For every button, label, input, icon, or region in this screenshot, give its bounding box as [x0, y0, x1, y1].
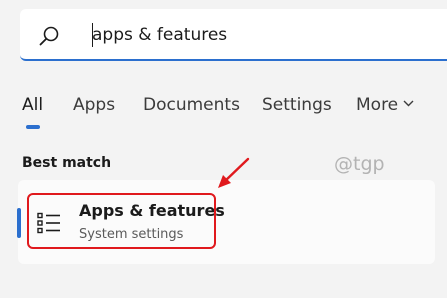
- active-tab-indicator: [26, 125, 40, 129]
- tab-apps[interactable]: Apps: [73, 94, 115, 116]
- annotation-arrow-icon: [218, 157, 250, 188]
- tab-settings[interactable]: Settings: [262, 94, 332, 116]
- annotation-highlight-box: [27, 193, 216, 249]
- tab-more[interactable]: More: [356, 94, 414, 116]
- selected-result-indicator: [17, 208, 21, 238]
- tab-documents[interactable]: Documents: [143, 94, 240, 116]
- chevron-down-icon: [403, 100, 414, 106]
- watermark: @tgp: [334, 153, 385, 175]
- search-input[interactable]: apps & features: [92, 24, 227, 46]
- tab-more-label: More: [356, 95, 399, 115]
- section-heading-best-match: Best match: [22, 155, 112, 171]
- tab-all[interactable]: All: [22, 94, 43, 116]
- search-box[interactable]: apps & features: [20, 9, 447, 61]
- search-icon: [39, 26, 59, 46]
